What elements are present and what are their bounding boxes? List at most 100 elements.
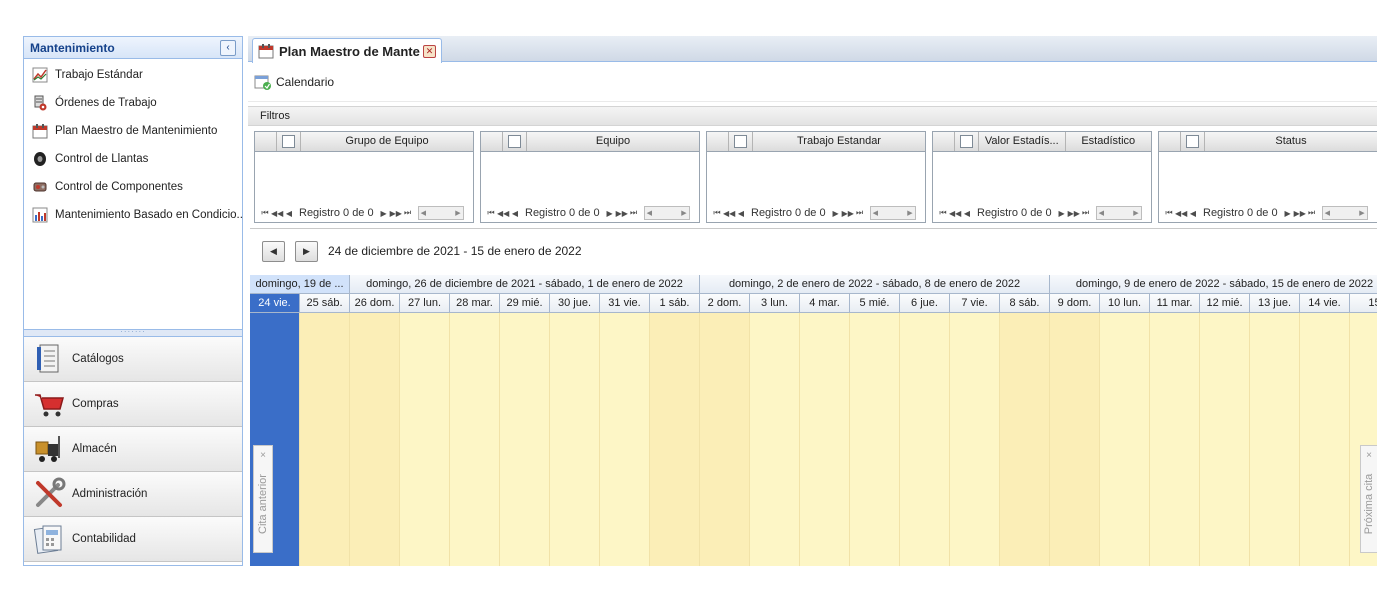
column-header[interactable]: Trabajo Estandar [753,132,925,151]
day-header[interactable]: 14 vie. [1300,294,1350,313]
next-page-button[interactable]: ▶▶ [842,209,854,218]
day-header[interactable]: 13 jue. [1250,294,1300,313]
week-header[interactable]: domingo, 26 de diciembre de 2021 - sábad… [350,275,700,294]
day-cell[interactable] [950,313,1000,566]
next-page-button[interactable]: ▶▶ [616,209,628,218]
horizontal-scrollbar[interactable]: ◀ ▶ [643,206,690,220]
horizontal-scrollbar[interactable]: ◀ ▶ [869,206,916,220]
column-header[interactable]: Grupo de Equipo [301,132,473,151]
last-record-button[interactable]: ⏭ [1080,208,1092,218]
previous-record-button[interactable]: ◀ [1187,209,1199,218]
day-header[interactable]: 9 dom. [1050,294,1100,313]
day-header[interactable]: 30 jue. [550,294,600,313]
next-record-button[interactable]: ▶ [1282,209,1294,218]
day-cell[interactable] [1300,313,1350,566]
day-cell[interactable] [850,313,900,566]
collapse-panel-button[interactable]: ‹ [220,39,236,56]
last-record-button[interactable]: ⏭ [854,208,866,218]
next-page-button[interactable]: ▶▶ [390,209,402,218]
day-header[interactable]: 25 sáb. [300,294,350,313]
next-period-button[interactable]: ▶ [295,240,318,262]
panel-splitter[interactable]: ······· [24,328,242,337]
select-all-checkbox[interactable] [1186,135,1199,148]
first-record-button[interactable]: ⏮ [485,208,497,218]
day-cell[interactable] [400,313,450,566]
day-header[interactable]: 1 sáb. [650,294,700,313]
section-button-contabilidad[interactable]: Contabilidad [24,517,242,562]
day-header[interactable]: 27 lun. [400,294,450,313]
column-header[interactable]: Estadístico [1064,132,1152,151]
next-page-button[interactable]: ▶▶ [1068,209,1080,218]
day-cell[interactable] [900,313,950,566]
day-header[interactable]: 24 vie. [250,294,300,313]
day-header[interactable]: 4 mar. [800,294,850,313]
day-header[interactable]: 7 vie. [950,294,1000,313]
day-header[interactable]: 26 dom. [350,294,400,313]
day-cell[interactable] [1100,313,1150,566]
sidebar-item-trabajo-estandar[interactable]: Trabajo Estándar [24,61,242,89]
day-cell[interactable] [1200,313,1250,566]
day-cell[interactable] [1050,313,1100,566]
week-header[interactable]: domingo, 2 de enero de 2022 - sábado, 8 … [700,275,1050,294]
horizontal-scrollbar[interactable]: ◀ ▶ [1095,206,1142,220]
day-header[interactable]: 31 vie. [600,294,650,313]
last-record-button[interactable]: ⏭ [1306,208,1318,218]
previous-record-button[interactable]: ◀ [509,209,521,218]
select-all-checkbox[interactable] [282,135,295,148]
day-cell[interactable] [450,313,500,566]
day-header[interactable]: 10 lun. [1100,294,1150,313]
previous-page-button[interactable]: ◀◀ [1175,209,1187,218]
sidebar-item-plan-maestro[interactable]: Plan Maestro de Mantenimiento [24,117,242,145]
day-cell[interactable] [550,313,600,566]
section-button-compras[interactable]: Compras [24,382,242,427]
last-record-button[interactable]: ⏭ [402,208,414,218]
select-all-checkbox[interactable] [734,135,747,148]
next-appointment-tab[interactable]: × Próxima cita [1360,445,1377,553]
day-header[interactable]: 15 [1350,294,1377,313]
sidebar-item-ordenes-de-trabajo[interactable]: Órdenes de Trabajo [24,89,242,117]
day-cell[interactable] [1250,313,1300,566]
column-header[interactable]: Valor Estadís... [979,132,1065,151]
column-header[interactable]: Status [1205,132,1377,151]
horizontal-scrollbar[interactable]: ◀ ▶ [1321,206,1368,220]
previous-page-button[interactable]: ◀◀ [723,209,735,218]
horizontal-scrollbar[interactable]: ◀ ▶ [417,206,464,220]
day-header[interactable]: 29 mié. [500,294,550,313]
previous-record-button[interactable]: ◀ [735,209,747,218]
next-page-button[interactable]: ▶▶ [1294,209,1306,218]
day-header[interactable]: 8 sáb. [1000,294,1050,313]
calendar-button[interactable]: Calendario [254,73,334,91]
tab-close-button[interactable]: ✕ [423,44,436,58]
day-header[interactable]: 5 mié. [850,294,900,313]
previous-period-button[interactable]: ◀ [262,240,285,262]
previous-page-button[interactable]: ◀◀ [949,209,961,218]
first-record-button[interactable]: ⏮ [711,208,723,218]
next-record-button[interactable]: ▶ [1056,209,1068,218]
first-record-button[interactable]: ⏮ [1163,208,1175,218]
tab-plan-maestro[interactable]: Plan Maestro de Mante ✕ [252,38,442,63]
next-record-button[interactable]: ▶ [604,209,616,218]
day-header[interactable]: 3 lun. [750,294,800,313]
section-button-almacen[interactable]: Almacén [24,427,242,472]
day-cell[interactable] [1150,313,1200,566]
column-header[interactable]: Equipo [527,132,699,151]
next-record-button[interactable]: ▶ [378,209,390,218]
day-cell[interactable] [800,313,850,566]
sidebar-item-control-de-llantas[interactable]: Control de Llantas [24,145,242,173]
previous-page-button[interactable]: ◀◀ [271,209,283,218]
section-button-administracion[interactable]: Administración [24,472,242,517]
previous-appointment-tab[interactable]: × Cita anterior [253,445,273,553]
day-cell[interactable] [650,313,700,566]
sidebar-item-mantenimiento-basado[interactable]: Mantenimiento Basado en Condicio... [24,201,242,229]
day-cell[interactable] [350,313,400,566]
day-cell[interactable] [600,313,650,566]
previous-record-button[interactable]: ◀ [283,209,295,218]
day-cell[interactable] [300,313,350,566]
select-all-checkbox[interactable] [960,135,973,148]
day-cell[interactable] [700,313,750,566]
previous-record-button[interactable]: ◀ [961,209,973,218]
day-header[interactable]: 28 mar. [450,294,500,313]
day-cell[interactable] [750,313,800,566]
first-record-button[interactable]: ⏮ [937,208,949,218]
section-button-catalogos[interactable]: Catálogos [24,337,242,382]
